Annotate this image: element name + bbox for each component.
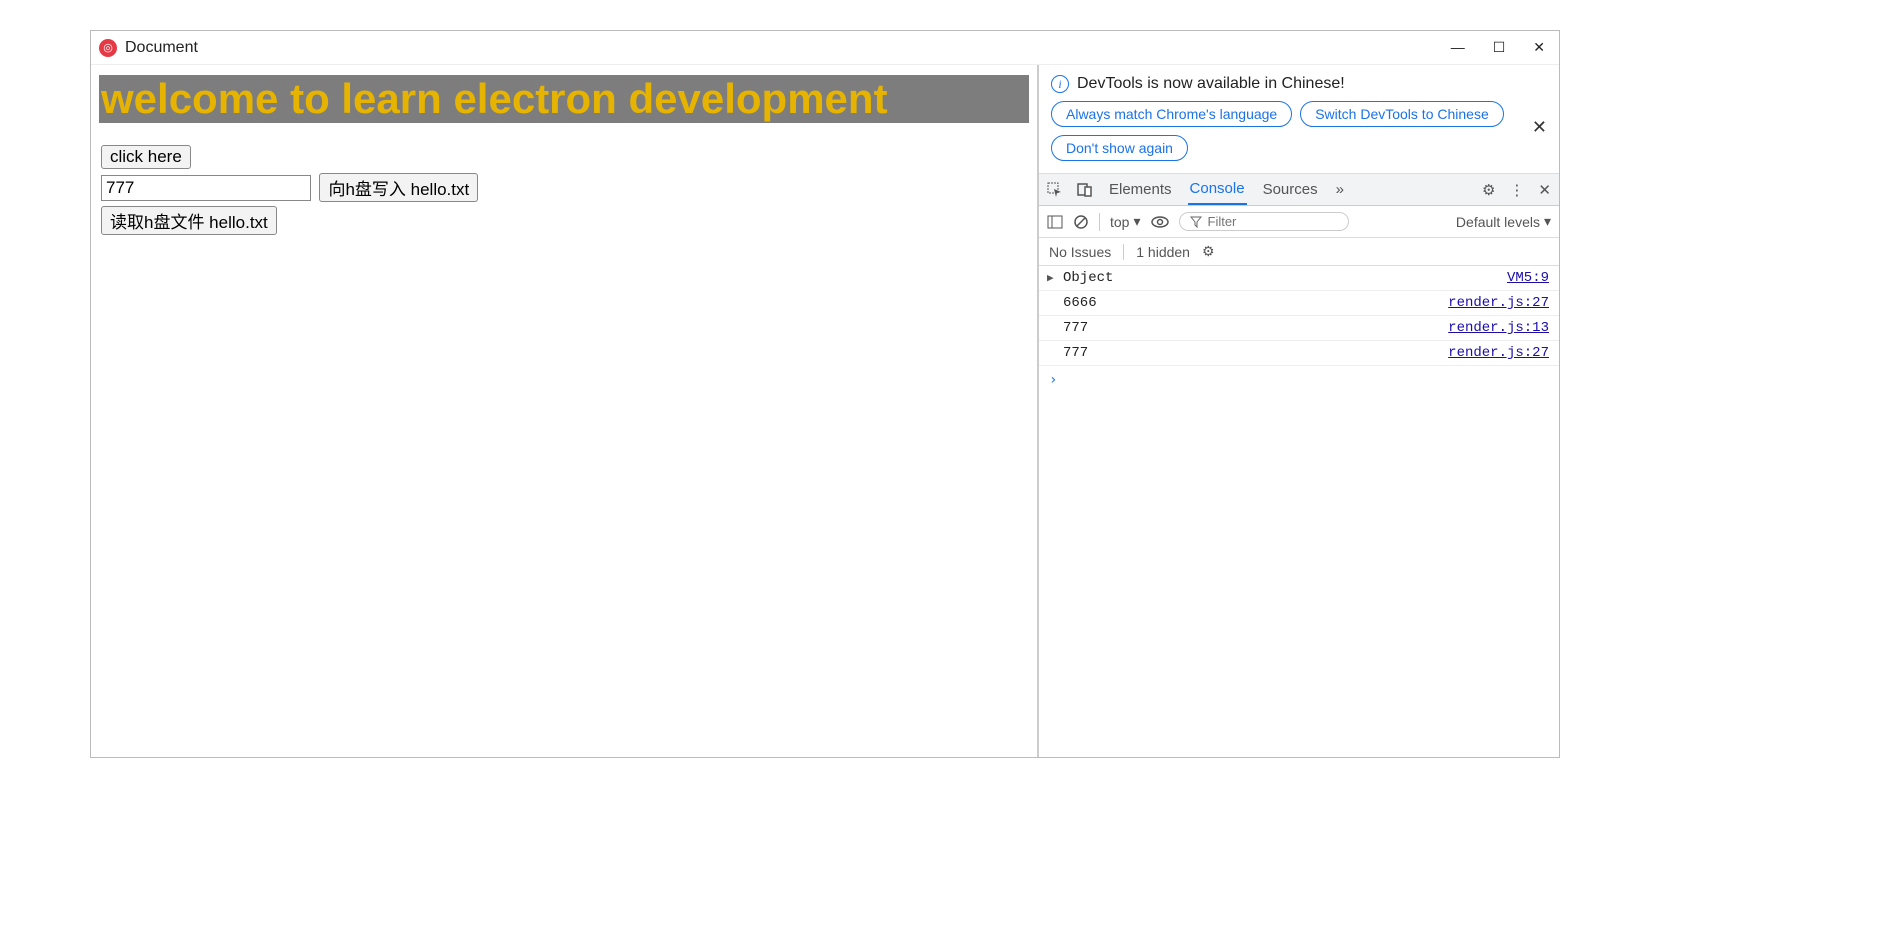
page-heading: welcome to learn electron development: [99, 75, 1029, 123]
devtools-language-banner: i DevTools is now available in Chinese! …: [1039, 65, 1559, 174]
live-expression-icon[interactable]: [1151, 215, 1169, 229]
filter-input[interactable]: [1208, 214, 1318, 229]
tab-sources[interactable]: Sources: [1261, 175, 1320, 204]
issues-settings-icon[interactable]: ⚙: [1202, 243, 1215, 260]
read-file-button[interactable]: 读取h盘文件 hello.txt: [101, 206, 277, 235]
devtools-tabs: Elements Console Sources » ⚙ ⋮ ✕: [1039, 174, 1559, 206]
clear-console-icon[interactable]: [1073, 214, 1089, 230]
app-content: welcome to learn electron development cl…: [91, 65, 1039, 757]
device-toggle-icon[interactable]: [1077, 182, 1093, 198]
window-title: Document: [125, 39, 198, 57]
console-log-row: 777render.js:13: [1039, 316, 1559, 341]
app-window: ◎ Document — ☐ ✕ welcome to learn electr…: [90, 30, 1560, 758]
settings-icon[interactable]: ⚙: [1482, 181, 1495, 199]
log-source-link[interactable]: render.js:13: [1448, 320, 1549, 336]
console-log-row: 6666render.js:27: [1039, 291, 1559, 316]
no-issues-label: No Issues: [1049, 244, 1111, 260]
log-source-link[interactable]: render.js:27: [1448, 345, 1549, 361]
hidden-count: 1 hidden: [1136, 244, 1190, 260]
console-output: ▶ObjectVM5:96666render.js:27777render.js…: [1039, 266, 1559, 757]
log-levels-selector[interactable]: Default levels▾: [1456, 213, 1551, 230]
banner-switch-language-button[interactable]: Switch DevTools to Chinese: [1300, 101, 1504, 127]
context-selector[interactable]: top▾: [1110, 213, 1141, 230]
minimize-button[interactable]: —: [1451, 39, 1465, 56]
console-prompt[interactable]: ›: [1039, 366, 1559, 394]
filter-icon: [1190, 216, 1202, 228]
console-log-row: 777render.js:27: [1039, 341, 1559, 366]
log-message: 777: [1063, 320, 1448, 336]
console-log-row: ▶ ObjectVM5:9: [1039, 266, 1559, 291]
write-file-button[interactable]: 向h盘写入 hello.txt: [319, 173, 478, 202]
banner-match-language-button[interactable]: Always match Chrome's language: [1051, 101, 1292, 127]
console-sidebar-toggle-icon[interactable]: [1047, 214, 1063, 230]
log-message: Object: [1063, 270, 1507, 286]
click-here-button[interactable]: click here: [101, 145, 191, 169]
log-message: 6666: [1063, 295, 1448, 311]
titlebar: ◎ Document — ☐ ✕: [91, 31, 1559, 65]
text-input[interactable]: [101, 175, 311, 201]
devtools-close-icon[interactable]: ✕: [1538, 181, 1551, 199]
app-icon: ◎: [99, 39, 117, 57]
info-icon: i: [1051, 75, 1069, 93]
devtools-panel: i DevTools is now available in Chinese! …: [1039, 65, 1559, 757]
inspect-icon[interactable]: [1047, 182, 1063, 198]
log-message: 777: [1063, 345, 1448, 361]
tab-elements[interactable]: Elements: [1107, 175, 1174, 204]
console-toolbar: top▾ Default levels▾: [1039, 206, 1559, 238]
filter-box[interactable]: [1179, 212, 1349, 231]
banner-message: DevTools is now available in Chinese!: [1077, 75, 1345, 93]
window-controls: — ☐ ✕: [1451, 39, 1551, 56]
issues-bar: No Issues 1 hidden ⚙: [1039, 238, 1559, 266]
maximize-button[interactable]: ☐: [1493, 39, 1506, 56]
expand-arrow-icon[interactable]: ▶: [1047, 271, 1054, 285]
tab-console[interactable]: Console: [1188, 174, 1247, 205]
banner-dont-show-button[interactable]: Don't show again: [1051, 135, 1188, 161]
tabs-overflow[interactable]: »: [1334, 175, 1346, 204]
log-source-link[interactable]: render.js:27: [1448, 295, 1549, 311]
banner-close-icon[interactable]: ✕: [1532, 117, 1547, 161]
close-button[interactable]: ✕: [1533, 39, 1545, 56]
kebab-menu-icon[interactable]: ⋮: [1509, 181, 1524, 199]
log-source-link[interactable]: VM5:9: [1507, 270, 1549, 286]
